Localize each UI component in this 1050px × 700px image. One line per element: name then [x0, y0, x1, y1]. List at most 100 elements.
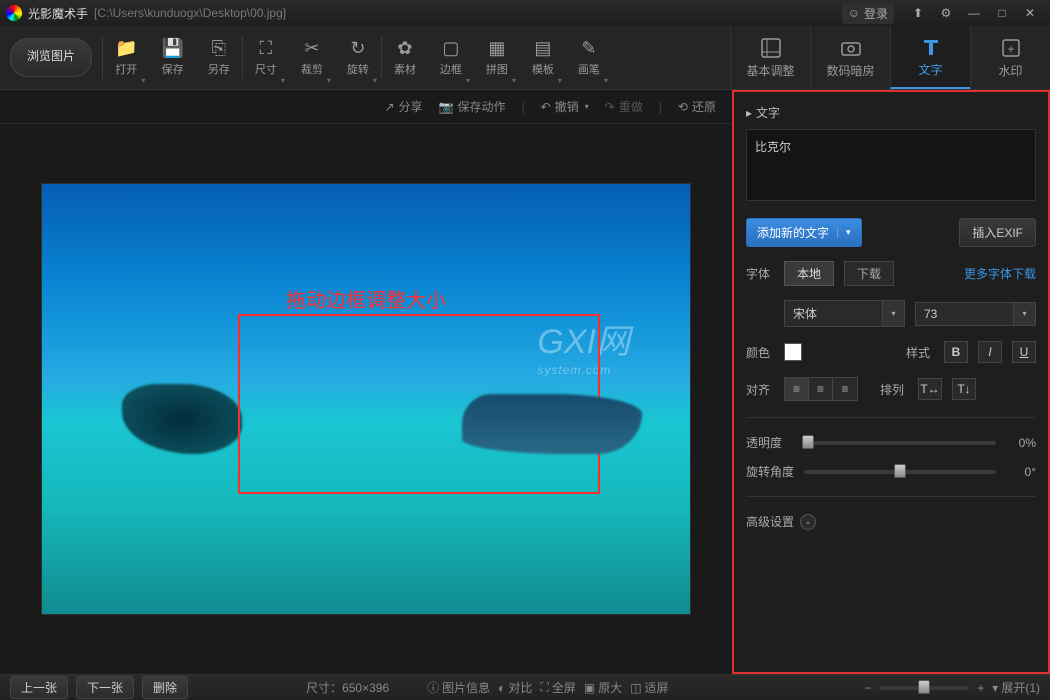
compare-button[interactable]: ◐对比	[498, 679, 532, 696]
opacity-slider[interactable]	[804, 441, 996, 445]
file-path: [C:\Users\kunduogx\Desktop\00.jpg]	[94, 6, 286, 20]
share-button[interactable]: ↗分享	[384, 98, 422, 115]
tool-sticker[interactable]: ✿素材	[382, 26, 428, 89]
pin-button[interactable]: ⬆	[904, 2, 932, 24]
tool-template[interactable]: ▤模板▾	[520, 26, 566, 89]
font-tab-download[interactable]: 下载	[844, 261, 894, 286]
prev-image-button[interactable]: 上一张	[10, 676, 68, 699]
align-right-button[interactable]: ≡	[833, 378, 857, 400]
mode-watermark[interactable]: + 水印	[970, 26, 1050, 89]
tool-save[interactable]: 💾保存	[149, 26, 195, 89]
align-label: 对齐	[746, 381, 774, 398]
bold-button[interactable]: B	[944, 341, 968, 363]
image-info-button[interactable]: ⓘ图片信息	[427, 679, 490, 696]
fullscreen-icon: ⛶	[540, 680, 548, 695]
delete-image-button[interactable]: 删除	[142, 676, 188, 699]
chevron-down-icon[interactable]: ▾	[837, 227, 851, 238]
brush-icon: ✎	[581, 38, 596, 59]
text-content-input[interactable]	[746, 129, 1036, 201]
annotation-hint: 拖动边框调整大小	[286, 284, 446, 313]
settings-button[interactable]: ⚙	[932, 2, 960, 24]
photo-canvas[interactable]: GXI网system.com 拖动边框调整大小	[41, 183, 691, 615]
zoom-in-button[interactable]: +	[977, 681, 984, 695]
tool-saveas[interactable]: ⎘另存	[196, 26, 242, 89]
browse-images-button[interactable]: 浏览图片	[10, 38, 92, 77]
tool-rotate[interactable]: ↻旋转▾	[335, 26, 381, 89]
more-fonts-link[interactable]: 更多字体下载	[964, 265, 1036, 282]
next-image-button[interactable]: 下一张	[76, 676, 134, 699]
svg-text:+: +	[1007, 42, 1014, 56]
opacity-value: 0%	[1006, 436, 1036, 450]
tool-crop[interactable]: ✂裁剪▾	[289, 26, 335, 89]
mode-text[interactable]: 文字	[890, 26, 970, 89]
canvas-viewport[interactable]: GXI网system.com 拖动边框调整大小	[0, 124, 732, 674]
text-icon	[919, 35, 943, 59]
align-center-button[interactable]: ≡	[809, 378, 833, 400]
compare-icon: ◐	[498, 681, 505, 695]
main-toolbar: 浏览图片 📁打开▾ 💾保存 ⎘另存 ⛶尺寸▾ ✂裁剪▾ ↻旋转▾ ✿素材 ▢边框…	[0, 26, 1050, 90]
fullscreen-button[interactable]: ⛶全屏	[540, 679, 575, 696]
expand-button[interactable]: ▾展开(1)	[992, 679, 1040, 696]
user-icon: ☺	[848, 6, 860, 20]
canvas-toolbar: ↗分享 📷保存动作 | ↶撤销▾ ↷重做 | ⟲还原	[0, 90, 732, 124]
chevron-down-icon: ▾	[373, 76, 377, 85]
tool-resize[interactable]: ⛶尺寸▾	[243, 26, 289, 89]
text-selection-box[interactable]	[238, 314, 600, 494]
chevron-down-icon: ▾	[327, 76, 331, 85]
save-action-button[interactable]: 📷保存动作	[439, 98, 506, 115]
status-bar: 上一张 下一张 删除 尺寸：650×396 ⓘ图片信息 ◐对比 ⛶全屏 ▣原大 …	[0, 674, 1050, 700]
align-left-button[interactable]: ≡	[785, 378, 809, 400]
minimize-button[interactable]: —	[960, 2, 988, 24]
arrange-vertical-button[interactable]: T↓	[952, 378, 976, 400]
close-button[interactable]: ✕	[1016, 2, 1044, 24]
chevron-down-icon[interactable]: ▾	[883, 300, 905, 327]
insert-exif-button[interactable]: 插入EXIF	[959, 218, 1036, 247]
add-text-button[interactable]: 添加新的文字▾	[746, 218, 862, 247]
tool-open[interactable]: 📁打开▾	[103, 26, 149, 89]
text-horizontal-icon: T↔	[920, 382, 939, 396]
text-panel: ▸文字 添加新的文字▾ 插入EXIF 字体 本地 下载 更多字体下载 宋体 ▾ …	[732, 90, 1050, 674]
font-family-dropdown[interactable]: 宋体 ▾	[784, 300, 905, 327]
originalsize-icon: ▣	[584, 681, 595, 695]
template-icon: ▤	[534, 38, 551, 59]
opacity-label: 透明度	[746, 434, 794, 451]
tool-collage[interactable]: ▦拼图▾	[474, 26, 520, 89]
tool-brush[interactable]: ✎画笔▾	[566, 26, 612, 89]
italic-button[interactable]: I	[978, 341, 1002, 363]
zoom-out-button[interactable]: −	[864, 681, 871, 695]
maximize-button[interactable]: □	[988, 2, 1016, 24]
color-picker[interactable]	[784, 343, 802, 361]
chevron-down-icon[interactable]: ▾	[1014, 302, 1036, 326]
undo-button[interactable]: ↶撤销▾	[541, 98, 589, 115]
advanced-section-toggle[interactable]: 高级设置 ⌄	[746, 513, 1036, 530]
camera-icon: 📷	[439, 100, 454, 114]
rotate-icon: ↻	[350, 38, 365, 59]
camera-icon	[839, 36, 863, 60]
app-name: 光影魔术手	[28, 5, 88, 22]
font-size-dropdown[interactable]: 73 ▾	[915, 302, 1036, 326]
redo-icon: ↷	[605, 100, 615, 114]
restore-button[interactable]: ⟲还原	[678, 98, 716, 115]
saveas-icon: ⎘	[212, 38, 226, 59]
font-tab-local[interactable]: 本地	[784, 261, 834, 286]
rotation-slider[interactable]	[804, 470, 996, 474]
fit-screen-button[interactable]: ◫适屏	[630, 679, 668, 696]
underline-button[interactable]: U	[1012, 341, 1036, 363]
resize-icon: ⛶	[260, 38, 273, 59]
rotation-value: 0°	[1006, 465, 1036, 479]
login-button[interactable]: ☺ 登录	[842, 3, 894, 24]
original-size-button[interactable]: ▣原大	[584, 679, 622, 696]
panel-header[interactable]: ▸文字	[746, 100, 1036, 125]
arrange-horizontal-button[interactable]: T↔	[918, 378, 942, 400]
save-icon: 💾	[161, 38, 183, 59]
mode-basic-adjust[interactable]: 基本调整	[730, 26, 810, 89]
border-icon: ▢	[442, 38, 459, 59]
folder-icon: 📁	[115, 38, 137, 59]
chevron-down-icon: ▾	[141, 76, 145, 85]
tool-border[interactable]: ▢边框▾	[428, 26, 474, 89]
chevron-down-icon: ▾	[992, 681, 998, 695]
zoom-slider[interactable]	[879, 686, 969, 690]
app-icon	[6, 5, 22, 21]
mode-darkroom[interactable]: 数码暗房	[810, 26, 890, 89]
redo-button[interactable]: ↷重做	[605, 98, 643, 115]
